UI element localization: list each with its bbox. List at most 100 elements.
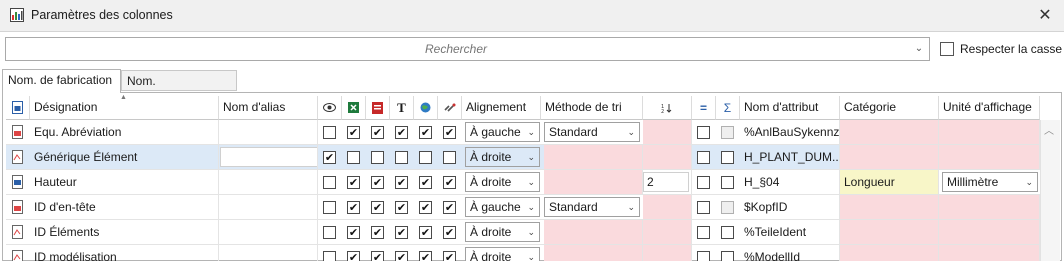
header-attribute[interactable]: Nom d'attribut	[740, 96, 840, 120]
sort-cell[interactable]	[544, 145, 643, 169]
sort-order-input[interactable]: 2	[643, 172, 689, 192]
alignment-dropdown[interactable]: À gauche ⌄	[465, 197, 540, 217]
pdf-checkbox[interactable]	[371, 151, 384, 164]
sort-order-icon[interactable]: 12	[643, 96, 692, 120]
alignment-dropdown[interactable]: À droite ⌄	[465, 222, 540, 242]
equals-checkbox[interactable]	[697, 201, 710, 214]
category-cell[interactable]: Longueur	[840, 170, 939, 194]
excel-checkbox[interactable]	[347, 126, 360, 139]
excel-icon[interactable]	[342, 96, 366, 120]
link-icon[interactable]	[438, 96, 462, 120]
search-input[interactable]	[6, 38, 906, 60]
alias-cell[interactable]	[219, 170, 318, 194]
header-alias[interactable]: Nom d'alias	[219, 96, 318, 120]
unit-cell[interactable]	[939, 245, 1040, 261]
excel-checkbox[interactable]	[347, 251, 360, 261]
category-cell[interactable]	[840, 220, 939, 244]
table-row[interactable]: Générique Élément À droite ⌄ H_PLANT_DUM.…	[6, 145, 1040, 170]
link-checkbox[interactable]	[443, 176, 456, 189]
link-checkbox[interactable]	[443, 126, 456, 139]
link-checkbox[interactable]	[443, 151, 456, 164]
alignment-dropdown[interactable]: À droite ⌄	[465, 147, 540, 167]
link-checkbox[interactable]	[443, 201, 456, 214]
web-checkbox[interactable]	[419, 176, 432, 189]
category-cell[interactable]	[840, 145, 939, 169]
sort-order-cell[interactable]	[643, 245, 692, 261]
sort-order-cell[interactable]	[643, 195, 692, 219]
eye-icon[interactable]	[318, 96, 342, 120]
sigma-icon[interactable]: Σ	[716, 96, 740, 120]
unit-cell[interactable]	[939, 195, 1040, 219]
case-sensitive-checkbox[interactable]	[940, 42, 954, 56]
chevron-down-icon[interactable]: ⌄	[913, 41, 925, 57]
sum-checkbox[interactable]	[721, 151, 734, 164]
tab-fabrication[interactable]: Nom. de fabrication	[2, 69, 121, 93]
sum-checkbox[interactable]	[721, 251, 734, 261]
alias-cell[interactable]	[219, 120, 318, 144]
equals-checkbox[interactable]	[697, 151, 710, 164]
web-checkbox[interactable]	[419, 251, 432, 261]
excel-checkbox[interactable]	[347, 176, 360, 189]
tab-assemblage[interactable]: Nom. d'assemblage	[121, 70, 237, 108]
alias-input[interactable]	[220, 147, 317, 167]
table-row[interactable]: ID modélisation À droite ⌄ %ModellId	[6, 245, 1040, 261]
equals-icon[interactable]: =	[692, 96, 716, 120]
excel-checkbox[interactable]	[347, 226, 360, 239]
close-icon[interactable]: ✕	[1034, 5, 1056, 27]
header-unit[interactable]: Unité d'affichage	[939, 96, 1040, 120]
table-row[interactable]: Equ. Abréviation À gauche ⌄ Standard ⌄ %An…	[6, 120, 1040, 145]
sort-order-cell[interactable]	[643, 120, 692, 144]
search-box[interactable]: ⌄	[5, 37, 930, 61]
link-checkbox[interactable]	[443, 226, 456, 239]
web-checkbox[interactable]	[419, 126, 432, 139]
equals-checkbox[interactable]	[697, 176, 710, 189]
visible-checkbox[interactable]	[323, 151, 336, 164]
text-checkbox[interactable]	[395, 176, 408, 189]
text-checkbox[interactable]	[395, 151, 408, 164]
web-checkbox[interactable]	[419, 201, 432, 214]
equals-checkbox[interactable]	[697, 251, 710, 261]
sort-cell[interactable]	[544, 245, 643, 261]
row-type-icon[interactable]	[6, 96, 30, 120]
sort-order-cell[interactable]: 2	[643, 170, 692, 194]
sort-dropdown[interactable]: Standard ⌄	[544, 197, 640, 217]
alignment-dropdown[interactable]: À droite ⌄	[465, 172, 540, 192]
visible-checkbox[interactable]	[323, 126, 336, 139]
category-cell[interactable]	[840, 245, 939, 261]
web-checkbox[interactable]	[419, 151, 432, 164]
pdf-checkbox[interactable]	[371, 126, 384, 139]
sum-checkbox[interactable]	[721, 201, 734, 214]
unit-dropdown[interactable]: Millimètre ⌄	[942, 172, 1038, 192]
sum-checkbox[interactable]	[721, 126, 734, 139]
header-category[interactable]: Catégorie	[840, 96, 939, 120]
header-sort-method[interactable]: Méthode de tri	[541, 96, 643, 120]
sum-checkbox[interactable]	[721, 176, 734, 189]
sum-checkbox[interactable]	[721, 226, 734, 239]
sort-cell[interactable]	[544, 170, 643, 194]
alias-cell[interactable]	[219, 245, 318, 261]
category-cell[interactable]	[840, 120, 939, 144]
pdf-checkbox[interactable]	[371, 176, 384, 189]
globe-icon[interactable]	[414, 96, 438, 120]
scroll-up-icon[interactable]: ︿	[1044, 122, 1054, 137]
excel-checkbox[interactable]	[347, 201, 360, 214]
visible-checkbox[interactable]	[323, 251, 336, 261]
alias-cell[interactable]	[219, 195, 318, 219]
alignment-dropdown[interactable]: À droite ⌄	[465, 247, 540, 261]
text-checkbox[interactable]	[395, 251, 408, 261]
text-checkbox[interactable]	[395, 201, 408, 214]
unit-cell[interactable]	[939, 145, 1040, 169]
pdf-checkbox[interactable]	[371, 201, 384, 214]
web-checkbox[interactable]	[419, 226, 432, 239]
pdf-icon[interactable]	[366, 96, 390, 120]
table-row[interactable]: ID d'en-tête À gauche ⌄ Standard ⌄ $KopfID	[6, 195, 1040, 220]
alias-cell[interactable]	[219, 145, 318, 169]
sort-order-cell[interactable]	[643, 145, 692, 169]
table-row[interactable]: ID Éléments À droite ⌄ %TeileIdent	[6, 220, 1040, 245]
text-checkbox[interactable]	[395, 126, 408, 139]
excel-checkbox[interactable]	[347, 151, 360, 164]
alignment-dropdown[interactable]: À gauche ⌄	[465, 122, 540, 142]
text-icon[interactable]: T	[390, 96, 414, 120]
link-checkbox[interactable]	[443, 251, 456, 261]
unit-cell[interactable]	[939, 220, 1040, 244]
